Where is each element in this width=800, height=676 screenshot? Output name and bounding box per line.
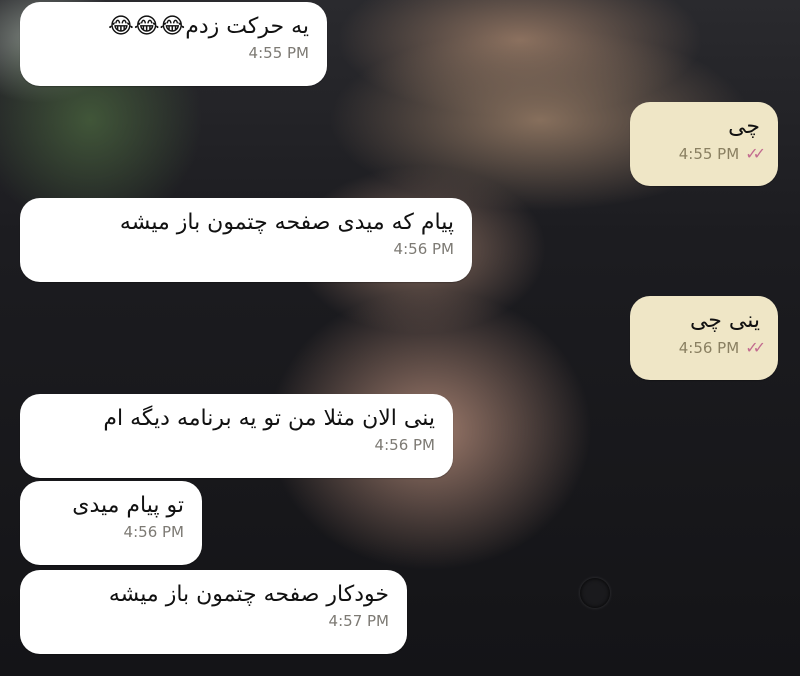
message-time: 4:56 PM [393,240,454,258]
double-check-icon: ✓✓ [745,338,766,357]
message-meta: 4:55 PM ✓✓ [648,144,766,163]
incoming-message-bubble[interactable]: یه حرکت زدم😂😂😂 4:55 PM [20,2,327,86]
message-text: یه حرکت زدم😂😂😂 [108,14,309,39]
outgoing-message-bubble[interactable]: چی 4:55 PM ✓✓ [630,102,778,186]
incoming-message-bubble[interactable]: تو پیام میدی 4:56 PM [20,481,202,565]
incoming-message-bubble[interactable]: خودکار صفحه چتمون باز میشه 4:57 PM [20,570,407,654]
message-text: چی [728,114,760,139]
message-time: 4:57 PM [328,612,389,630]
outgoing-message-bubble[interactable]: ینی چی 4:56 PM ✓✓ [630,296,778,380]
message-text: خودکار صفحه چتمون باز میشه [108,582,389,607]
incoming-message-bubble[interactable]: پیام که میدی صفحه چتمون باز میشه 4:56 PM [20,198,472,282]
double-check-icon: ✓✓ [745,144,766,163]
message-text: پیام که میدی صفحه چتمون باز میشه [119,210,454,235]
message-time: 4:56 PM [374,436,435,454]
incoming-message-bubble[interactable]: ینی الان مثلا من تو یه برنامه دیگه ام 4:… [20,394,453,478]
message-text: ینی چی [689,308,760,333]
message-meta: 4:56 PM ✓✓ [648,338,766,357]
message-text: ینی الان مثلا من تو یه برنامه دیگه ام [103,406,435,431]
message-time: 4:55 PM [678,145,740,163]
message-time: 4:55 PM [248,44,309,62]
message-time: 4:56 PM [678,339,740,357]
message-text: تو پیام میدی [72,493,184,518]
wallpaper-shirt-button [580,578,610,608]
message-time: 4:56 PM [123,523,184,541]
